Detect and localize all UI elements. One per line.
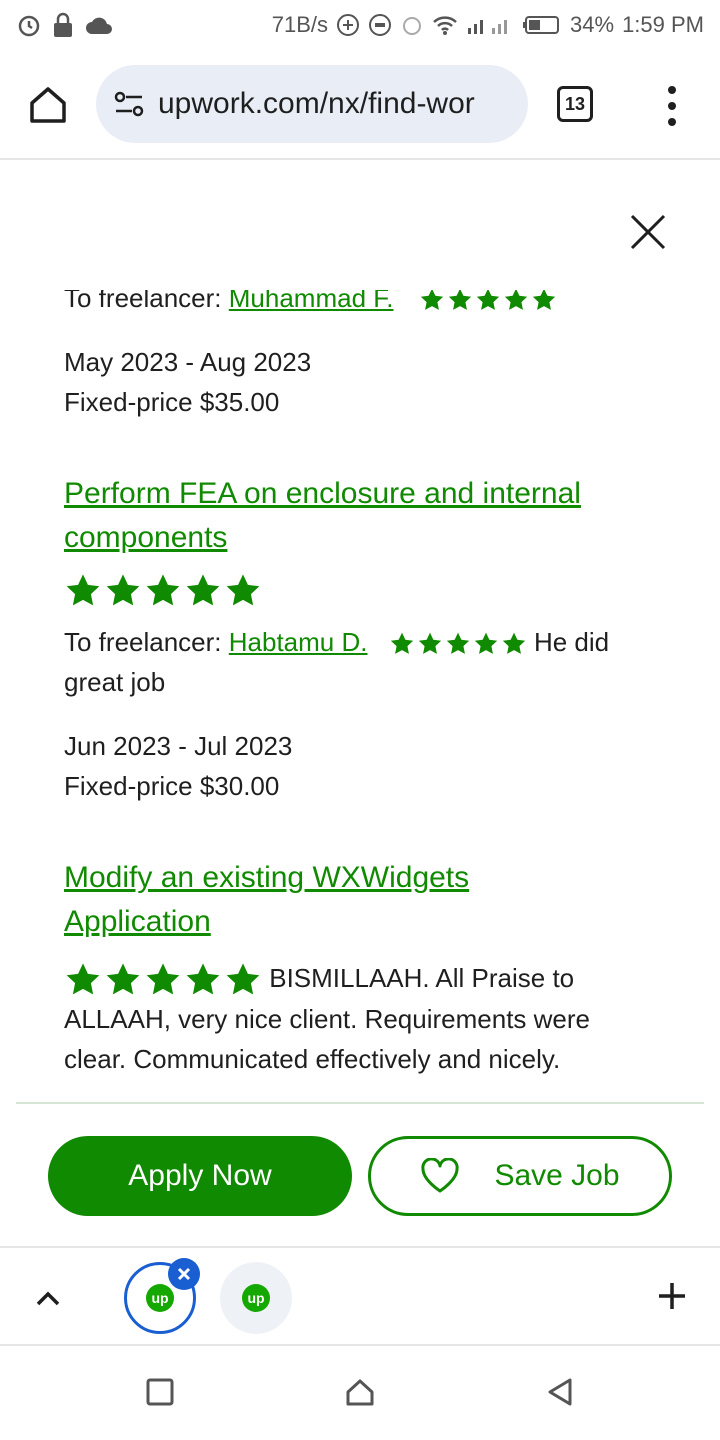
status-bar: 71B/s 34% 1:59 PM	[0, 0, 720, 50]
star-icon	[226, 963, 260, 995]
star-icon	[146, 574, 180, 606]
star-icon	[186, 963, 220, 995]
circle-home-icon[interactable]	[344, 1376, 376, 1408]
alarm-icon	[400, 13, 424, 37]
browser-toolbar: upwork.com/nx/find-wor 13	[0, 50, 720, 160]
tab-switcher-button[interactable]: 13	[557, 86, 593, 122]
client-feedback: BISMILLAAH. All Praise to	[64, 958, 664, 999]
history-item: Modify an existing WXWidgets Application…	[64, 856, 664, 1079]
apply-now-button[interactable]: Apply Now	[48, 1136, 352, 1216]
upwork-favicon: up	[146, 1284, 174, 1312]
freelancer-line: To freelancer: Habtamu D. He did	[64, 627, 610, 657]
star-icon	[502, 632, 525, 654]
history-item: Perform FEA on enclosure and internal co…	[64, 472, 664, 806]
save-job-button[interactable]: Save Job	[368, 1136, 672, 1216]
client-history-panel: To freelancer: Muhammad F. May 2023 - Au…	[0, 290, 720, 1102]
job-title-link[interactable]: Modify an existing WXWidgets Application	[64, 856, 664, 944]
wifi-icon	[432, 14, 458, 36]
star-icon	[474, 632, 497, 654]
more-vert-icon[interactable]	[660, 86, 684, 126]
home-button[interactable]	[26, 83, 70, 127]
client-rating-stars	[64, 572, 262, 610]
dnd-icon	[368, 13, 392, 37]
plus-icon[interactable]	[656, 1280, 688, 1312]
freelancer-rating-stars	[389, 631, 527, 657]
star-icon	[418, 632, 441, 654]
star-icon	[504, 290, 527, 310]
freelancer-link[interactable]: Habtamu D.	[229, 627, 368, 657]
feedback-text: He did	[533, 627, 610, 657]
feedback-text: ALLAAH, very nice client. Requirements w…	[64, 1004, 591, 1035]
signal-icon	[466, 14, 514, 36]
star-icon	[476, 290, 499, 310]
data-saver-icon	[336, 13, 360, 37]
chevron-up-icon[interactable]	[34, 1284, 62, 1312]
star-icon	[106, 963, 140, 995]
star-icon	[420, 290, 443, 310]
job-title-link[interactable]: Perform FEA on enclosure and internal co…	[64, 472, 664, 560]
close-icon	[630, 214, 666, 250]
lock-icon	[52, 12, 74, 38]
star-icon	[390, 632, 413, 654]
url-text[interactable]: upwork.com/nx/find-wor	[158, 87, 475, 121]
star-icon	[106, 574, 140, 606]
star-icon	[532, 290, 555, 310]
feedback-text: great job	[64, 667, 166, 697]
battery-icon	[522, 14, 562, 36]
star-icon	[66, 574, 100, 606]
star-icon	[66, 963, 100, 995]
close-button[interactable]	[624, 208, 672, 256]
clock: 1:59 PM	[622, 12, 704, 37]
star-icon	[226, 574, 260, 606]
job-dates: Jun 2023 - Jul 2023	[64, 731, 293, 761]
star-icon	[146, 963, 180, 995]
home-icon	[30, 87, 66, 123]
system-nav-bar	[0, 1346, 720, 1440]
save-job-label: Save Job	[494, 1159, 620, 1192]
upwork-favicon: up	[242, 1284, 270, 1312]
star-icon	[446, 632, 469, 654]
alarm-icon	[16, 12, 42, 38]
address-bar[interactable]: upwork.com/nx/find-wor	[96, 65, 528, 143]
battery-percent: 34%	[570, 12, 615, 37]
tab-inactive[interactable]: up	[220, 1262, 292, 1334]
square-icon[interactable]	[144, 1376, 176, 1408]
close-icon	[177, 1267, 191, 1281]
freelancer-line: To freelancer: Muhammad F.	[64, 290, 664, 318]
tab-group-bar: up up	[0, 1246, 720, 1346]
freelancer-link[interactable]: Muhammad F.	[229, 290, 394, 313]
star-icon	[448, 290, 471, 310]
tune-icon[interactable]	[112, 87, 146, 121]
feedback-text: clear. Communicated effectively and nice…	[64, 1044, 561, 1075]
job-price: Fixed-price $35.00	[64, 387, 280, 417]
heart-icon	[421, 1158, 460, 1193]
back-icon[interactable]	[544, 1376, 576, 1408]
freelancer-rating-stars	[419, 290, 557, 313]
divider	[16, 1102, 704, 1104]
client-rating-stars	[64, 961, 262, 999]
job-dates: May 2023 - Aug 2023	[64, 347, 312, 377]
feedback-text: BISMILLAAH. All Praise to	[269, 963, 575, 993]
job-price: Fixed-price $30.00	[64, 771, 280, 801]
cloud-icon	[84, 14, 114, 36]
close-tab-button[interactable]	[168, 1258, 200, 1290]
network-speed: 71B/s	[271, 12, 329, 37]
star-icon	[186, 574, 220, 606]
